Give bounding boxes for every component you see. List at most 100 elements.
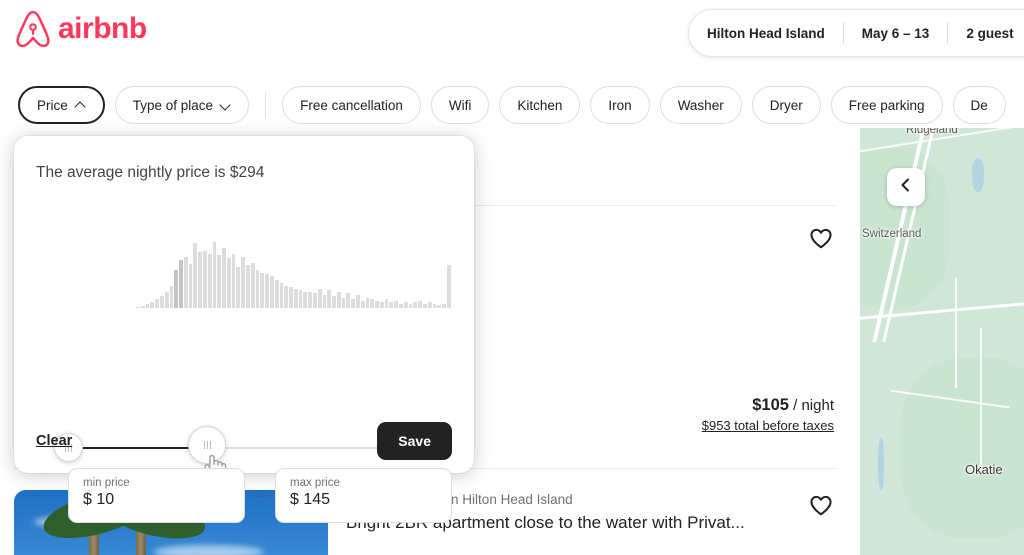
filter-pill-label: Wifi bbox=[448, 97, 472, 113]
histogram-bar bbox=[140, 305, 145, 308]
histogram-bar bbox=[207, 253, 212, 308]
histogram-bar bbox=[332, 296, 336, 308]
histogram-bar bbox=[236, 266, 241, 308]
filter-pill-label: Dryer bbox=[769, 97, 803, 113]
histogram-bar bbox=[231, 253, 236, 308]
histogram-bar bbox=[312, 293, 317, 308]
map-label-ridgeland: Ridgeland bbox=[906, 128, 958, 136]
map-road bbox=[955, 278, 957, 388]
airbnb-logo[interactable]: airbnb bbox=[14, 9, 147, 49]
histogram-bar bbox=[418, 300, 422, 308]
histogram-bar bbox=[246, 265, 250, 308]
histogram-bar bbox=[260, 272, 265, 308]
min-price-value[interactable]: $ 10 bbox=[83, 491, 230, 509]
filter-pill-label: Price bbox=[37, 97, 68, 113]
listing-price-total[interactable]: $953 total before taxes bbox=[702, 418, 834, 433]
histogram-bar bbox=[222, 247, 226, 308]
chevron-up-icon bbox=[76, 100, 86, 110]
map-water bbox=[972, 158, 984, 192]
histogram-bar bbox=[317, 288, 322, 308]
histogram-bar bbox=[341, 297, 346, 308]
histogram-bar bbox=[360, 300, 365, 308]
filter-pill-price[interactable]: Price bbox=[18, 86, 105, 124]
search-dates[interactable]: May 6 – 13 bbox=[844, 10, 948, 56]
map-road bbox=[980, 328, 982, 468]
filter-pill-free-parking[interactable]: Free parking bbox=[830, 86, 943, 124]
histogram-bar bbox=[379, 302, 384, 308]
histogram-bar bbox=[442, 303, 446, 308]
map-label-okatie: Okatie bbox=[965, 462, 1003, 477]
histogram-bar bbox=[198, 252, 202, 308]
search-guests[interactable]: 2 guest bbox=[948, 10, 1024, 56]
histogram-bar bbox=[413, 302, 418, 308]
min-price-label: min price bbox=[83, 477, 130, 489]
filter-pill-wifi[interactable]: Wifi bbox=[430, 86, 490, 124]
histogram-bar bbox=[432, 303, 437, 308]
filter-pill-dryer[interactable]: Dryer bbox=[751, 86, 821, 124]
filter-pill-label: Kitchen bbox=[517, 97, 563, 113]
pill-group-divider bbox=[265, 92, 267, 118]
map-panel[interactable]: Ridgeland Switzerland Okatie bbox=[860, 128, 1024, 555]
histogram-bar bbox=[188, 264, 193, 308]
map-water bbox=[878, 438, 884, 490]
histogram-bar bbox=[336, 291, 341, 308]
save-button[interactable]: Save bbox=[377, 422, 452, 460]
histogram-bar bbox=[384, 299, 389, 308]
histogram-bar bbox=[289, 287, 293, 308]
histogram-bar bbox=[389, 302, 394, 308]
filter-pill-truncated[interactable]: De bbox=[952, 86, 1006, 124]
histogram-bar bbox=[437, 305, 442, 308]
filter-pill-free-cancellation[interactable]: Free cancellation bbox=[282, 86, 421, 124]
histogram-bar bbox=[274, 280, 279, 308]
search-location[interactable]: Hilton Head Island bbox=[689, 10, 843, 56]
airbnb-search-page: airbnb Hilton Head Island May 6 – 13 2 g… bbox=[0, 0, 1024, 555]
price-histogram bbox=[50, 242, 451, 308]
histogram-bar bbox=[293, 288, 298, 308]
range-separator: – bbox=[255, 487, 265, 504]
histogram-bar bbox=[351, 299, 355, 308]
histogram-bar bbox=[422, 303, 427, 308]
histogram-bar bbox=[322, 294, 327, 308]
histogram-bar bbox=[403, 302, 408, 308]
histogram-bar bbox=[303, 291, 308, 308]
histogram-bar bbox=[169, 286, 174, 308]
histogram-bar bbox=[255, 269, 260, 308]
histogram-bar bbox=[174, 269, 179, 308]
cloud bbox=[154, 545, 264, 555]
histogram-bar bbox=[212, 242, 217, 308]
filter-pill-label: Type of place bbox=[132, 97, 214, 113]
histogram-bar bbox=[241, 256, 246, 308]
histogram-bar bbox=[203, 250, 207, 308]
max-price-field[interactable]: max price $ 145 bbox=[275, 468, 452, 523]
filter-pill-type-of-place[interactable]: Type of place bbox=[114, 86, 250, 124]
min-price-field[interactable]: min price $ 10 bbox=[68, 468, 245, 523]
filter-pill-iron[interactable]: Iron bbox=[590, 86, 650, 124]
filter-pill-kitchen[interactable]: Kitchen bbox=[499, 86, 581, 124]
histogram-bar bbox=[370, 299, 375, 308]
heart-icon[interactable] bbox=[808, 225, 834, 251]
histogram-bar bbox=[298, 290, 303, 308]
histogram-bar bbox=[365, 297, 370, 308]
map-collapse-button[interactable] bbox=[887, 168, 925, 206]
filter-pill-label: De bbox=[970, 97, 988, 113]
histogram-bar bbox=[399, 303, 403, 308]
heart-icon[interactable] bbox=[808, 492, 834, 518]
filter-pill-washer[interactable]: Washer bbox=[659, 86, 742, 124]
histogram-bar bbox=[408, 303, 413, 308]
listing-price: $105 / night bbox=[702, 396, 834, 415]
listing-price-unit: / night bbox=[793, 397, 834, 414]
max-price-value[interactable]: $ 145 bbox=[290, 491, 437, 509]
filter-pill-label: Free cancellation bbox=[300, 97, 403, 113]
airbnb-wordmark: airbnb bbox=[58, 12, 147, 45]
histogram-bar bbox=[279, 283, 284, 308]
histogram-bar bbox=[164, 291, 169, 308]
chevron-left-icon bbox=[899, 178, 913, 197]
histogram-bar bbox=[427, 302, 432, 308]
histogram-bar bbox=[155, 299, 159, 308]
price-filter-panel: The average nightly price is $294 min pr… bbox=[14, 136, 474, 523]
clear-button[interactable]: Clear bbox=[36, 433, 72, 449]
airbnb-belo-icon bbox=[14, 9, 52, 49]
search-bar[interactable]: Hilton Head Island May 6 – 13 2 guest bbox=[688, 9, 1024, 57]
histogram-bar bbox=[265, 274, 269, 308]
histogram-bar bbox=[356, 294, 360, 308]
